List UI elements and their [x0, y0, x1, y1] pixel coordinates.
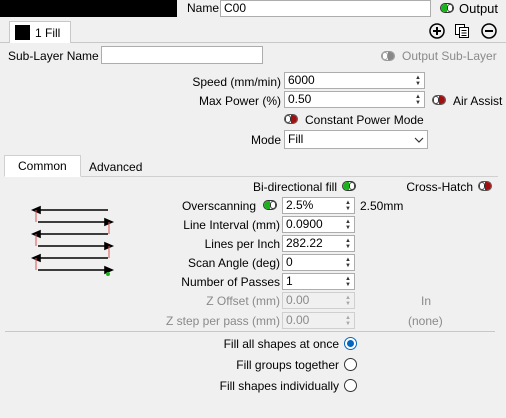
max-power-input[interactable]: 0.50 ▲ ▼ [284, 91, 425, 108]
spin-arrows-icon[interactable]: ▲ ▼ [342, 274, 354, 289]
z-step-mode: (none) [408, 314, 443, 328]
line-interval-input[interactable]: 0.0900 ▲ ▼ [282, 216, 355, 233]
spin-arrows-icon: ▲ ▼ [345, 294, 351, 307]
overscanning-input[interactable]: 2.5% ▲ ▼ [282, 197, 355, 214]
fill-individually-label: Fill shapes individually [219, 379, 339, 393]
overscanning-toggle[interactable] [263, 200, 277, 210]
add-sublayer-button[interactable] [428, 22, 446, 40]
sublayer-name-label: Sub-Layer Name [8, 49, 99, 63]
scan-angle-value: 0 [286, 255, 293, 269]
output-toggle[interactable] [440, 3, 454, 13]
max-power-value: 0.50 [288, 92, 312, 106]
tab-advanced[interactable]: Advanced [79, 156, 152, 178]
fill-preview-diagram [30, 205, 115, 276]
bidirectional-toggle[interactable] [342, 181, 356, 191]
cross-hatch-label: Cross-Hatch [406, 180, 473, 194]
tab-common-label: Common [18, 159, 67, 173]
num-passes-input[interactable]: 1 ▲ ▼ [282, 273, 355, 290]
z-step-input[interactable]: 0.00 ▲ ▼ [282, 312, 355, 329]
air-assist-label: Air Assist [453, 94, 503, 108]
lines-per-inch-label: Lines per Inch [204, 237, 280, 251]
fill-groups-together-radio[interactable] [344, 358, 357, 371]
layer-tab-fill[interactable]: 1 Fill [9, 21, 71, 43]
plus-circle-icon [429, 23, 445, 39]
output-sublayer-toggle[interactable] [381, 51, 395, 61]
z-step-value: 0.00 [286, 313, 310, 327]
max-power-label: Max Power (%) [198, 94, 281, 108]
spin-arrows-icon[interactable]: ▲ ▼ [342, 255, 354, 270]
output-sublayer-label: Output Sub-Layer [402, 49, 497, 63]
fill-all-at-once-label: Fill all shapes at once [223, 337, 339, 351]
spin-arrows-icon[interactable]: ▲ ▼ [342, 236, 354, 251]
minus-circle-icon [481, 23, 497, 39]
z-offset-direction: In [421, 294, 432, 308]
fill-all-at-once-radio[interactable] [344, 337, 357, 350]
speed-label: Speed (mm/min) [192, 75, 281, 89]
layer-color-bar [0, 0, 177, 17]
line-interval-label: Line Interval (mm) [183, 218, 280, 232]
spin-arrows-icon[interactable]: ▲ ▼ [342, 217, 354, 232]
layer-tab-label: 1 Fill [35, 25, 61, 40]
speed-input[interactable]: 6000 ▲ ▼ [284, 72, 425, 89]
tab-advanced-label: Advanced [89, 160, 143, 174]
scan-angle-label: Scan Angle (deg) [187, 256, 280, 270]
line-interval-value: 0.0900 [286, 217, 323, 231]
fill-groups-together-label: Fill groups together [236, 358, 339, 372]
overscanning-mm: 2.50mm [360, 199, 404, 213]
spin-arrows-icon[interactable]: ▲ ▼ [412, 73, 424, 88]
remove-sublayer-button[interactable] [480, 22, 498, 40]
overscanning-value: 2.5% [286, 198, 314, 212]
spin-arrows-icon[interactable]: ▲ ▼ [412, 92, 424, 107]
layer-color-swatch [15, 25, 30, 40]
num-passes-label: Number of Passes [181, 275, 280, 289]
spin-arrows-icon[interactable]: ▲ ▼ [342, 198, 354, 213]
sublayer-name-input[interactable] [101, 46, 263, 64]
lines-per-inch-input[interactable]: 282.22 ▲ ▼ [282, 235, 355, 252]
tab-common[interactable]: Common [4, 155, 81, 177]
scan-angle-input[interactable]: 0 ▲ ▼ [282, 254, 355, 271]
z-offset-input[interactable]: 0.00 ▲ ▼ [282, 292, 355, 309]
mode-select[interactable]: Fill [284, 130, 428, 149]
mode-value: Fill [288, 132, 304, 146]
bidirectional-label: Bi-directional fill [252, 180, 337, 194]
name-input[interactable]: C00 [220, 0, 431, 17]
spin-arrows-icon: ▲ ▼ [345, 314, 351, 327]
mode-label: Mode [250, 133, 281, 147]
output-label: Output [459, 1, 499, 16]
z-offset-value: 0.00 [286, 293, 310, 307]
speed-value: 6000 [288, 73, 315, 87]
constant-power-label: Constant Power Mode [305, 113, 424, 127]
lines-per-inch-value: 282.22 [286, 236, 323, 250]
overscanning-label: Overscanning [181, 199, 256, 213]
z-offset-label: Z Offset (mm) [206, 294, 280, 308]
z-step-label: Z step per pass (mm) [165, 314, 280, 328]
constant-power-toggle[interactable] [284, 114, 298, 124]
air-assist-toggle[interactable] [432, 95, 446, 105]
name-label: Name [187, 1, 220, 15]
num-passes-value: 1 [286, 274, 293, 288]
fill-individually-radio[interactable] [344, 379, 357, 392]
duplicate-sublayer-button[interactable] [453, 22, 471, 40]
copy-icon [455, 24, 469, 38]
chevron-down-icon [411, 131, 427, 148]
divider [5, 331, 495, 332]
cross-hatch-toggle[interactable] [478, 181, 492, 191]
